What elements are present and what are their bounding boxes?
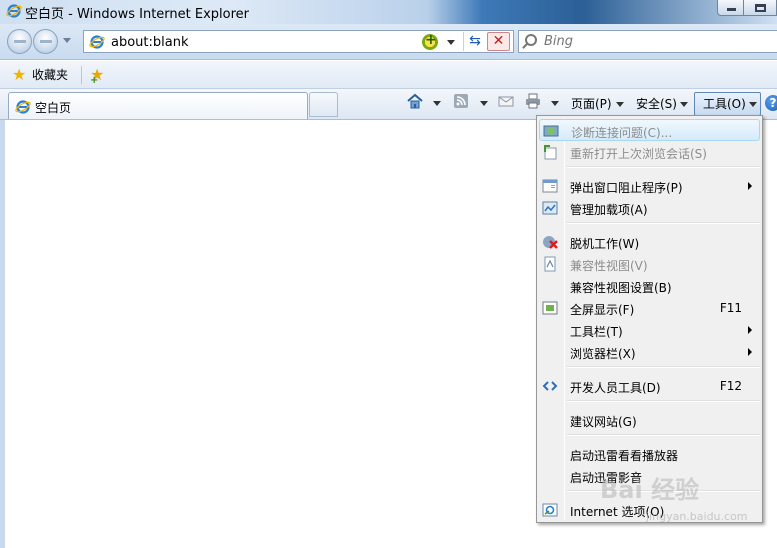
feeds-dropdown-icon[interactable] [480, 101, 488, 106]
popup-blocker-icon [542, 179, 558, 193]
search-input[interactable] [544, 34, 764, 49]
title-bar: 空白页 - Windows Internet Explorer [0, 0, 777, 24]
offline-icon [543, 236, 558, 249]
menu-item-work-offline[interactable]: 脱机工作(W) [539, 231, 760, 253]
print-icon[interactable] [524, 92, 542, 110]
menu-item-manage-addons[interactable]: 管理加载项(A) [539, 197, 760, 219]
submenu-arrow-icon [748, 348, 752, 356]
tools-menu-label: 工具(O) [703, 97, 746, 111]
menu-item-popup-blocker[interactable]: 弹出窗口阻止程序(P) [539, 175, 760, 197]
address-row: about:blank ⇆ ✕ [0, 24, 777, 60]
submenu-arrow-icon [748, 182, 752, 190]
search-box[interactable] [518, 30, 777, 53]
print-dropdown-icon[interactable] [551, 101, 559, 106]
ie-page-icon [89, 35, 105, 49]
page-menu[interactable]: 页面(P) [568, 94, 626, 115]
compat-view-icon [544, 256, 556, 272]
page-dropdown-icon [616, 102, 624, 107]
ie-tab-icon [15, 100, 31, 114]
internet-options-icon [542, 503, 558, 517]
favorites-button[interactable]: ★ 收藏夹 [6, 64, 68, 86]
ie-logo-icon [6, 4, 22, 18]
minimize-icon [727, 8, 736, 11]
feeds-icon[interactable] [452, 92, 470, 110]
address-bar[interactable]: about:blank ⇆ ✕ [83, 30, 514, 53]
menu-separator [567, 490, 760, 492]
menu-item-compat-view[interactable]: 兼容性视图(V) [539, 253, 760, 275]
refresh-icon[interactable]: ⇆ [463, 32, 486, 51]
addons-icon [542, 201, 558, 215]
home-icon[interactable] [406, 92, 424, 110]
maximize-button[interactable] [744, 0, 777, 16]
menu-item-xunlei-player[interactable]: 启动迅雷看看播放器 [539, 443, 760, 465]
minimize-button[interactable] [717, 0, 744, 16]
menu-item-toolbars[interactable]: 工具栏(T) [539, 319, 760, 341]
stop-icon[interactable]: ✕ [487, 32, 510, 51]
address-dropdown-icon[interactable] [447, 40, 455, 45]
submenu-arrow-icon [748, 326, 752, 334]
new-tab-button[interactable] [309, 92, 338, 117]
favorites-bar: ★ 收藏夹 ★ + [0, 61, 777, 89]
menu-item-compat-view-settings[interactable]: 兼容性视图设置(B) [539, 275, 760, 297]
fullscreen-icon [542, 301, 558, 315]
recent-pages-dropdown[interactable] [63, 38, 71, 43]
safety-menu-label: 安全(S) [636, 97, 677, 111]
plus-icon: + [90, 75, 99, 86]
menu-item-developer-tools[interactable]: 开发人员工具(D) F12 [539, 375, 760, 397]
dev-tools-icon [542, 381, 558, 391]
read-mail-icon[interactable] [497, 92, 515, 110]
menu-item-reopen-session[interactable]: 重新打开上次浏览会话(S) [539, 141, 760, 163]
tools-dropdown-menu: 诊断连接问题(C)... 重新打开上次浏览会话(S) 弹出窗口阻止程序(P) 管… [536, 115, 763, 523]
safety-menu[interactable]: 安全(S) [633, 94, 691, 115]
menu-item-fullscreen[interactable]: 全屏显示(F) F11 [539, 297, 760, 319]
page-menu-label: 页面(P) [571, 97, 612, 111]
menu-separator [567, 222, 760, 224]
menu-item-explorer-bars[interactable]: 浏览器栏(X) [539, 341, 760, 363]
menu-separator [567, 434, 760, 436]
tab-label: 空白页 [35, 101, 72, 115]
menu-item-suggested-sites[interactable]: 建议网站(G) [539, 409, 760, 431]
help-icon[interactable]: ? [765, 95, 777, 111]
address-url[interactable]: about:blank [111, 35, 189, 50]
tab-blank-page[interactable]: 空白页 [8, 92, 308, 119]
home-dropdown-icon[interactable] [433, 101, 441, 106]
add-to-favorites-bar-button[interactable]: ★ + [86, 64, 110, 87]
menu-item-internet-options[interactable]: Internet 选项(O) [539, 499, 760, 521]
star-icon: ★ [12, 65, 27, 84]
tools-menu[interactable]: 工具(O) [694, 92, 761, 116]
maximize-icon [755, 4, 766, 12]
menu-item-xunlei-media[interactable]: 启动迅雷影音 [539, 465, 760, 487]
menu-separator [567, 400, 760, 402]
tools-dropdown-icon [749, 102, 757, 107]
favorites-label: 收藏夹 [32, 68, 69, 82]
diagnose-icon [543, 125, 559, 137]
window-title: 空白页 - Windows Internet Explorer [25, 7, 249, 22]
back-button[interactable] [7, 29, 32, 54]
menu-item-diagnose[interactable]: 诊断连接问题(C)... [539, 119, 760, 141]
safety-dropdown-icon [680, 102, 688, 107]
forward-button[interactable] [33, 29, 58, 54]
compatibility-view-icon[interactable] [422, 32, 438, 50]
menu-separator [567, 166, 760, 168]
separator [81, 66, 82, 84]
reopen-session-icon [544, 145, 557, 160]
menu-separator [567, 366, 760, 368]
search-icon [525, 34, 537, 46]
